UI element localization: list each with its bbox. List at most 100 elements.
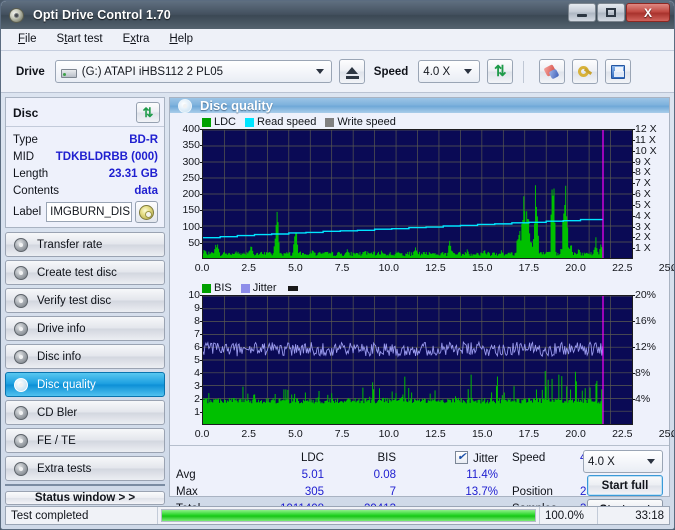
start-full-button[interactable]: Start full	[587, 475, 663, 496]
drive-label: Drive	[16, 65, 45, 78]
y-tick-label-right: 1 X	[631, 242, 651, 255]
eject-button[interactable]	[338, 59, 365, 84]
y-tick-label-right: 20%	[630, 289, 657, 301]
chevron-down-icon	[464, 69, 473, 74]
speed-select[interactable]: 4.0 X	[418, 60, 481, 83]
disc-info-box: Disc ⇅ Type BD-R MID TDKBLDRBB (000) Len…	[5, 97, 165, 228]
bis-jitter-chart: BIS Jitter 1 2 3 4 5 6 7 8 9 10 4% 8% 12% 16% 20% 0.0…	[170, 281, 674, 445]
x-tick-label: 10.0	[378, 428, 400, 440]
close-button[interactable]: X	[626, 3, 670, 22]
save-button[interactable]	[605, 59, 632, 84]
x-tick-label: 12.5	[425, 262, 446, 274]
menu-item-extra[interactable]: Extra	[113, 31, 160, 48]
menu-item-start-test[interactable]: Start test	[47, 31, 113, 48]
erase-button[interactable]	[539, 59, 566, 84]
sidebar-item-transfer-rate[interactable]: Transfer rate	[5, 232, 165, 257]
y-tick-label: 9	[194, 302, 204, 314]
disc-label-browse-button[interactable]	[135, 201, 158, 223]
disc-row-type-value: BD-R	[129, 133, 158, 146]
settings-button[interactable]	[572, 59, 599, 84]
x-tick-label: 20.0	[565, 428, 586, 440]
stats-avg-bis: 0.08	[373, 468, 396, 481]
disc-icon	[14, 405, 28, 420]
bis-y-axis-right: 4% 8% 12% 16% 20%	[630, 289, 669, 425]
app-disc-icon	[9, 7, 26, 24]
sidebar-item-cd-bler[interactable]: CD Bler	[5, 400, 165, 425]
sidebar-item-label: Verify test disc	[37, 294, 112, 307]
refresh-button[interactable]: ⇅	[487, 59, 514, 84]
progress-bar-cell	[158, 507, 539, 524]
stats-max-bis: 7	[389, 485, 396, 498]
disc-label-input[interactable]: IMGBURN_DIS	[46, 202, 132, 222]
y-tick-label: 8	[194, 315, 204, 327]
drive-select[interactable]: (G:) ATAPI iHBS112 2 PL05	[54, 60, 332, 83]
sidebar-item-disc-quality[interactable]: Disc quality	[5, 372, 165, 397]
x-tick-label: 7.5	[334, 262, 350, 274]
maximize-button[interactable]	[597, 3, 625, 22]
y-tick-label: 1	[194, 406, 204, 418]
legend-label: Jitter	[252, 282, 277, 294]
sidebar-item-extra-tests[interactable]: Extra tests	[5, 456, 165, 481]
y-tick-label: 6	[194, 341, 204, 353]
stats-row-label: Max	[176, 485, 198, 498]
minimize-button[interactable]	[568, 3, 596, 22]
y-tick-label-right: 12 X	[631, 123, 657, 135]
legend-swatch-icon	[202, 117, 211, 127]
sidebar-item-label: Create test disc	[37, 266, 117, 279]
menu-item-help[interactable]: Help	[159, 31, 203, 48]
y-tick-label-right: 3 X	[631, 220, 651, 233]
status-window-button[interactable]: Status window > >	[5, 491, 165, 505]
disc-label-row: Label IMGBURN_DIS	[13, 201, 158, 223]
drive-icon	[60, 65, 77, 79]
disc-box-header: Disc ⇅	[6, 100, 164, 127]
window-title: Opti Drive Control 1.70	[33, 8, 171, 22]
disc-refresh-button[interactable]: ⇅	[136, 102, 160, 123]
stats-speed-select[interactable]: 4.0 X	[583, 450, 663, 473]
toolbar: Drive (G:) ATAPI iHBS112 2 PL05 Speed 4.…	[1, 51, 674, 93]
x-tick-label: 0.0	[194, 262, 210, 274]
ldc-plot-area[interactable]	[202, 129, 633, 259]
sidebar-item-disc-info[interactable]: Disc info	[5, 344, 165, 369]
stats-header-jitter: Jitter	[396, 450, 512, 465]
save-icon	[611, 64, 626, 79]
disc-icon	[14, 293, 28, 308]
disc-row-type: Type BD-R	[13, 131, 158, 148]
sidebar-item-drive-info[interactable]: Drive info	[5, 316, 165, 341]
disc-row-contents-label: Contents	[13, 184, 60, 197]
x-tick-label: 22.5	[612, 262, 633, 274]
charts-area: LDC Read speed Write speed 50 100 150 200 25…	[170, 113, 674, 445]
sidebar-item-verify-test-disc[interactable]: Verify test disc	[5, 288, 165, 313]
sidebar-item-fe-te[interactable]: FE / TE	[5, 428, 165, 453]
body-area: Disc ⇅ Type BD-R MID TDKBLDRBB (000) Len…	[1, 93, 674, 520]
menu-item-file[interactable]: File	[8, 31, 47, 48]
disc-icon	[14, 265, 28, 280]
jitter-checkbox[interactable]	[455, 450, 469, 464]
x-tick-label: 5.0	[288, 428, 303, 440]
sidebar-item-create-test-disc[interactable]: Create test disc	[5, 260, 165, 285]
main-panel: Disc quality LDC Read speed Write speed …	[169, 97, 674, 520]
y-tick-label: 3	[194, 380, 204, 392]
legend-label: Write speed	[337, 116, 396, 128]
bis-plot-area[interactable]	[202, 295, 633, 425]
stats-header-bis: BIS	[377, 451, 396, 464]
y-tick-label: 150	[182, 204, 204, 217]
refresh-icon: ⇅	[142, 105, 154, 120]
disc-row-mid-value: TDKBLDRBB (000)	[55, 150, 158, 163]
disc-row-length-value: 23.31 GB	[108, 167, 158, 180]
disc-icon	[14, 461, 28, 476]
speed-label: Speed	[373, 65, 409, 78]
toolbar-separator	[523, 60, 525, 83]
legend-jitter: Jitter	[240, 282, 277, 294]
progress-bar	[161, 509, 536, 522]
y-tick-label-right: 7 X	[631, 177, 651, 190]
y-tick-label: 4	[194, 367, 204, 379]
drive-select-value: (G:) ATAPI iHBS112 2 PL05	[81, 65, 224, 78]
chevron-down-icon	[315, 69, 324, 74]
legend-write-speed: Write speed	[325, 116, 396, 128]
disc-icon	[14, 321, 28, 336]
ldc-chart-legend: LDC Read speed Write speed	[170, 115, 669, 129]
legend-ldc: LDC	[202, 116, 236, 128]
sidebar: Disc ⇅ Type BD-R MID TDKBLDRBB (000) Len…	[5, 97, 165, 505]
disc-quality-icon	[178, 98, 192, 113]
legend-swatch-icon	[245, 117, 255, 127]
